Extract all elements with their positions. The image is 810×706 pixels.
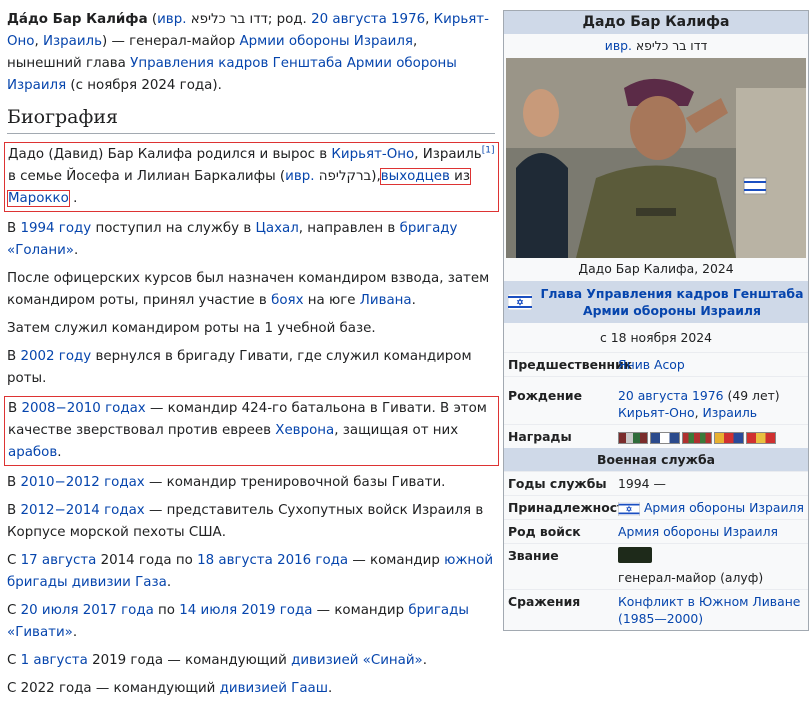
military-service-header: Военная служба xyxy=(504,448,808,471)
battles-link[interactable]: боях xyxy=(271,293,303,308)
birth-country-link[interactable]: Израиль xyxy=(703,405,758,420)
paragraph-2019: С 1 августа 2019 года — командующий диви… xyxy=(7,653,428,668)
kiryat-ono-link[interactable]: Кирьят-Оно xyxy=(331,147,414,162)
awards-row: Награды xyxy=(504,424,808,448)
hebron-link[interactable]: Хеврона xyxy=(275,423,334,438)
reference-link[interactable]: [1] xyxy=(482,146,495,156)
predecessor-link[interactable]: Янив Асор xyxy=(618,357,685,372)
article-body: Да́до Бар Кали́фа (ивр. דדו בר כליפא; ро… xyxy=(4,9,499,706)
morocco-link[interactable]: Марокко xyxy=(8,191,69,206)
paragraph-2002: В 2002 году вернулся в бригаду Гивати, г… xyxy=(7,349,472,386)
highlight-morocco: Марокко xyxy=(7,190,70,207)
gaash-division-link[interactable]: дивизией Гааш xyxy=(220,681,328,696)
rank-row: Звание генерал-майор (алуф) xyxy=(504,543,808,589)
infobox: Дадо Бар Калифа ивр. דדו בר כליפא Дадо Б… xyxy=(503,10,809,631)
paragraph-2012: В 2012−2014 годах — представитель Сухопу… xyxy=(7,503,484,540)
hebrew-lang-link[interactable]: ивр. xyxy=(605,38,632,53)
birth-date-link[interactable]: 20 августа 1976 xyxy=(311,12,425,27)
emigrants-link[interactable]: выходцев xyxy=(381,169,450,184)
infobox-post: Глава Управления кадров Генштаба Армии о… xyxy=(504,281,808,323)
lebanon-link[interactable]: Ливана xyxy=(360,293,412,308)
birth-label: Рождение xyxy=(508,388,582,403)
award-ribbon-icon[interactable] xyxy=(650,432,680,444)
rank-insignia-icon[interactable] xyxy=(618,547,652,563)
award-ribbon-icon[interactable] xyxy=(714,432,744,444)
years-row: Годы службы 1994 — xyxy=(504,471,808,495)
infobox-since: с 18 ноября 2024 xyxy=(599,330,713,345)
years-label: Годы службы xyxy=(508,476,607,491)
date-1-august-link[interactable]: 1 августа xyxy=(21,653,88,668)
paragraph-2010: В 2010−2012 годах — командир тренировочн… xyxy=(7,475,446,490)
award-ribbons xyxy=(618,428,804,445)
predecessor-row: Предшественник Янив Асор xyxy=(504,352,808,376)
awards-label: Награды xyxy=(508,429,572,444)
years-2008-2010-link[interactable]: 2008−2010 годах xyxy=(21,401,145,416)
paragraph-training-base: Затем служил командиром роты на 1 учебно… xyxy=(7,321,376,336)
birth-place-link[interactable]: Кирьят-Оно xyxy=(618,405,695,420)
birth-date-link[interactable]: 20 августа 1976 xyxy=(618,388,724,403)
hebrew-lang-link[interactable]: ивр. xyxy=(157,12,186,27)
years-value: 1994 — xyxy=(618,476,666,491)
post-link[interactable]: Глава Управления кадров Генштаба Армии о… xyxy=(540,285,804,319)
affiliation-label: Принадлежность xyxy=(508,500,633,515)
date-20-july-2017-link[interactable]: 20 июля 2017 года xyxy=(21,603,154,618)
south-lebanon-conflict-link[interactable]: Конфликт в Южном Ливане (1985—2000) xyxy=(618,594,800,626)
article-subject-name: Да́до Бар Кали́фа xyxy=(7,12,148,27)
year-1994-link[interactable]: 1994 году xyxy=(20,221,91,236)
paragraph-officer-courses: После офицерских курсов был назначен ком… xyxy=(7,271,490,308)
rank-label: Звание xyxy=(508,548,559,563)
rank-value: генерал-майор (алуф) xyxy=(618,570,764,585)
battles-label: Сражения xyxy=(508,594,581,609)
affiliation-link[interactable]: Армия обороны Израиля xyxy=(644,500,804,515)
infobox-native-name: ивр. דדו בר כליפא xyxy=(604,38,708,53)
affiliation-row: Принадлежность Армия обороны Израиля xyxy=(504,495,808,519)
branch-label: Род войск xyxy=(508,524,581,539)
year-2002-link[interactable]: 2002 году xyxy=(20,349,91,364)
idf-link[interactable]: Армии обороны Израиля xyxy=(239,34,413,49)
portrait-photo[interactable] xyxy=(506,58,806,258)
years-2012-2014-link[interactable]: 2012−2014 годах xyxy=(20,503,144,518)
highlighted-paragraph-origin: Дадо (Давид) Бар Калифа родился и вырос … xyxy=(4,142,499,212)
award-ribbon-icon[interactable] xyxy=(618,432,648,444)
predecessor-label: Предшественник xyxy=(508,357,633,372)
award-ribbon-icon[interactable] xyxy=(682,432,712,444)
infobox-title: Дадо Бар Калифа xyxy=(504,11,808,34)
date-17-august-link[interactable]: 17 августа xyxy=(21,553,97,568)
years-2010-2012-link[interactable]: 2010−2012 годах xyxy=(20,475,144,490)
tsahal-link[interactable]: Цахал xyxy=(255,221,298,236)
paragraph-2022: С 2022 года — командующий дивизией Гааш. xyxy=(7,681,333,696)
photo-caption: Дадо Бар Калифа, 2024 xyxy=(578,261,734,276)
branch-row: Род войск Армия обороны Израиля xyxy=(504,519,808,543)
award-ribbon-icon[interactable] xyxy=(746,432,776,444)
arabs-link[interactable]: арабов xyxy=(8,445,57,460)
highlight-emigrants: выходцев из xyxy=(379,168,471,185)
israel-flag-icon xyxy=(508,294,532,310)
paragraph-enlistment: В 1994 году поступил на службу в Цахал, … xyxy=(7,221,458,258)
paragraph-2014: С 17 августа 2014 года по 18 августа 201… xyxy=(7,553,494,590)
lead-paragraph: Да́до Бар Кали́фа (ивр. דדו בר כליפא; ро… xyxy=(7,12,489,93)
hebrew-lang-link[interactable]: ивр. xyxy=(285,169,314,184)
branch-link[interactable]: Армия обороны Израиля xyxy=(618,524,778,539)
date-18-august-2016-link[interactable]: 18 августа 2016 года xyxy=(197,553,348,568)
section-heading-biography: Биография xyxy=(7,105,495,134)
israel-flag-icon xyxy=(618,501,640,516)
sinai-division-link[interactable]: дивизией «Синай» xyxy=(291,653,423,668)
battles-row: Сражения Конфликт в Южном Ливане (1985—2… xyxy=(504,589,808,630)
date-14-july-2019-link[interactable]: 14 июля 2019 года xyxy=(179,603,312,618)
highlighted-paragraph-hebron: В 2008−2010 годах — командир 424-го бата… xyxy=(4,396,499,466)
birth-row: Рождение 20 августа 1976 (49 лет) Кирьят… xyxy=(504,376,808,424)
paragraph-2017: С 20 июля 2017 года по 14 июля 2019 года… xyxy=(7,603,469,640)
israel-link[interactable]: Израиль xyxy=(43,34,102,49)
